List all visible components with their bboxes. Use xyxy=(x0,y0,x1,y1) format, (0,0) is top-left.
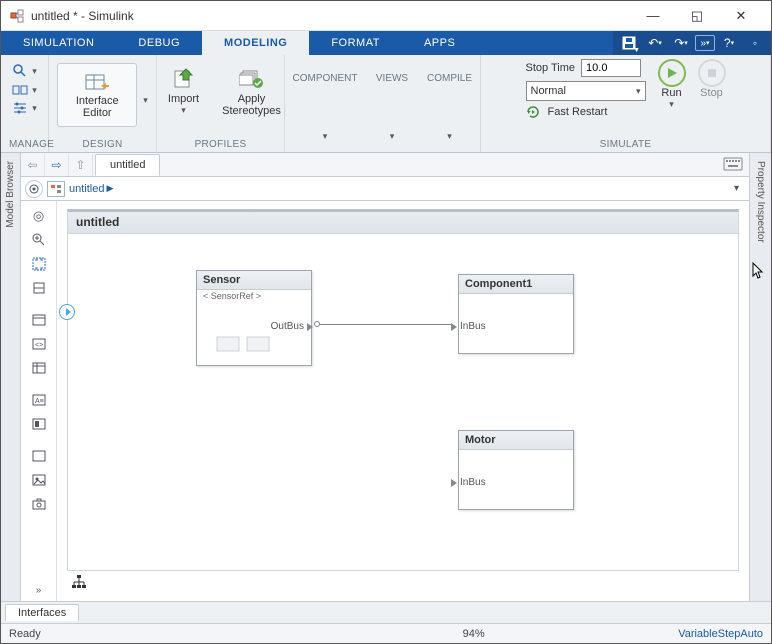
fit-view-icon[interactable] xyxy=(27,253,51,275)
keyboard-icon[interactable] xyxy=(723,157,743,171)
close-button[interactable]: ✕ xyxy=(719,1,763,30)
undo-icon[interactable]: ↶▾ xyxy=(643,33,667,53)
hierarchy-icon[interactable] xyxy=(71,574,87,590)
group-simulate-label: SIMULATE xyxy=(491,137,760,152)
compile-dropdown[interactable]: COMPILE xyxy=(427,63,472,84)
block-component1-title: Component1 xyxy=(459,275,573,294)
maximize-button[interactable]: ◱ xyxy=(675,1,719,30)
screenshot-icon[interactable] xyxy=(27,493,51,515)
nav-bar: ⇦ ⇨ ⇧ untitled xyxy=(21,153,749,177)
minimize-button[interactable]: ― xyxy=(631,1,675,30)
app-icon xyxy=(9,8,25,24)
block-component1[interactable]: Component1 InBus xyxy=(458,274,574,354)
status-bar: Ready 94% VariableStepAuto xyxy=(1,623,771,643)
annotation-icon[interactable]: A≡ xyxy=(27,389,51,411)
group-manage-label: MANAGE xyxy=(9,137,40,152)
tune-button[interactable]: ▾ xyxy=(12,101,37,115)
path-bar: untitled ▶ ▾ xyxy=(21,177,749,201)
tab-modeling[interactable]: MODELING xyxy=(202,31,309,55)
breadcrumb[interactable]: untitled ▶ xyxy=(69,183,113,195)
window-icon[interactable] xyxy=(27,309,51,331)
group-profiles-label: PROFILES xyxy=(165,137,276,152)
tab-apps[interactable]: APPS xyxy=(402,31,477,55)
save-icon[interactable]: ▼ xyxy=(617,33,641,53)
model-browser-panel[interactable]: Model Browser xyxy=(1,153,21,601)
component1-in-port-label: InBus xyxy=(460,321,486,332)
compare-button[interactable]: ▾ xyxy=(12,83,37,97)
model-hierarchy-icon[interactable] xyxy=(47,181,65,197)
stop-time-input[interactable] xyxy=(581,59,641,77)
area-icon[interactable] xyxy=(27,445,51,467)
interface-editor-icon xyxy=(84,71,110,93)
settings-icon[interactable]: ◦ xyxy=(743,33,767,53)
input-marker-icon[interactable] xyxy=(59,304,75,320)
quick-access-toolbar: ▼ ↶▾ ↷▾ »▾ ?▾ ◦ xyxy=(613,31,771,55)
chevrons-icon[interactable]: » xyxy=(27,579,51,601)
stop-time-label: Stop Time xyxy=(526,62,576,74)
zoom-target-icon[interactable]: ◎ xyxy=(27,205,51,227)
find-button[interactable]: ▾ xyxy=(12,63,37,79)
sensor-out-port-label: OutBus xyxy=(271,321,304,332)
component-dropdown[interactable]: COMPONENT xyxy=(293,63,358,84)
scope-icon[interactable] xyxy=(25,180,43,198)
help-icon[interactable]: ?▾ xyxy=(717,33,741,53)
fit-selection-icon[interactable] xyxy=(27,277,51,299)
svg-text:A≡: A≡ xyxy=(35,398,44,405)
tab-simulation[interactable]: SIMULATION xyxy=(1,31,116,55)
property-inspector-panel[interactable]: Property Inspector xyxy=(749,153,771,601)
import-button[interactable]: Import▾ xyxy=(156,63,212,116)
tab-format[interactable]: FORMAT xyxy=(309,31,402,55)
canvas-title: untitled xyxy=(68,212,738,234)
zoom-in-icon[interactable] xyxy=(27,229,51,251)
nav-up-button[interactable]: ⇧ xyxy=(69,154,93,176)
ribbon: ▾ ▾ ▾ MANAGE Interface Editor ▾ DESIGN I… xyxy=(1,55,771,153)
palette: ◎ <> A≡ » xyxy=(21,201,57,601)
window-title: untitled * - Simulink xyxy=(31,9,631,23)
nav-forward-button[interactable]: ⇨ xyxy=(45,154,69,176)
status-zoom: 94% xyxy=(269,628,678,640)
table-icon[interactable] xyxy=(27,357,51,379)
code-icon[interactable]: <> xyxy=(27,333,51,355)
block-motor-title: Motor xyxy=(459,431,573,450)
svg-text:<>: <> xyxy=(35,342,43,349)
status-solver[interactable]: VariableStepAuto xyxy=(678,628,763,640)
simulation-mode-select[interactable]: Normal▾ xyxy=(526,81,646,101)
nav-back-button[interactable]: ⇦ xyxy=(21,154,45,176)
port-in-icon[interactable] xyxy=(451,479,457,487)
stop-button[interactable]: Stop xyxy=(698,59,726,99)
model-tab[interactable]: untitled xyxy=(95,154,160,176)
image-icon[interactable] xyxy=(27,469,51,491)
wire-sensor-component1[interactable] xyxy=(316,324,452,325)
block-sensor[interactable]: Sensor < SensorRef > OutBus xyxy=(196,270,312,366)
viewmark-icon[interactable] xyxy=(27,413,51,435)
footer-tabs: Interfaces xyxy=(1,601,771,623)
fastforward-icon[interactable]: »▾ xyxy=(695,35,715,51)
port-out-icon[interactable] xyxy=(307,323,313,331)
apply-stereotypes-button[interactable]: Apply Stereotypes xyxy=(218,63,286,117)
fast-restart-toggle[interactable]: Fast Restart xyxy=(526,105,646,119)
motor-in-port-label: InBus xyxy=(460,477,486,488)
path-dropdown[interactable]: ▾ xyxy=(728,183,745,194)
interface-editor-button[interactable]: Interface Editor xyxy=(57,63,137,127)
wire-endpoint-icon xyxy=(314,321,320,327)
views-dropdown[interactable]: VIEWS xyxy=(376,63,408,84)
group-design-label: DESIGN xyxy=(57,137,148,152)
block-sensor-title: Sensor xyxy=(197,271,311,290)
title-bar: untitled * - Simulink ― ◱ ✕ xyxy=(1,1,771,31)
block-sensor-ref: < SensorRef > xyxy=(197,290,311,302)
interfaces-tab[interactable]: Interfaces xyxy=(5,604,79,621)
block-motor[interactable]: Motor InBus xyxy=(458,430,574,510)
run-button[interactable]: Run▾ xyxy=(658,59,686,110)
canvas[interactable]: untitled Sensor < SensorRef > OutBus xyxy=(67,209,739,571)
tab-debug[interactable]: DEBUG xyxy=(116,31,202,55)
status-ready: Ready xyxy=(9,628,269,640)
ribbon-tabs: SIMULATION DEBUG MODELING FORMAT APPS ▼ … xyxy=(1,31,771,55)
redo-icon[interactable]: ↷▾ xyxy=(669,33,693,53)
